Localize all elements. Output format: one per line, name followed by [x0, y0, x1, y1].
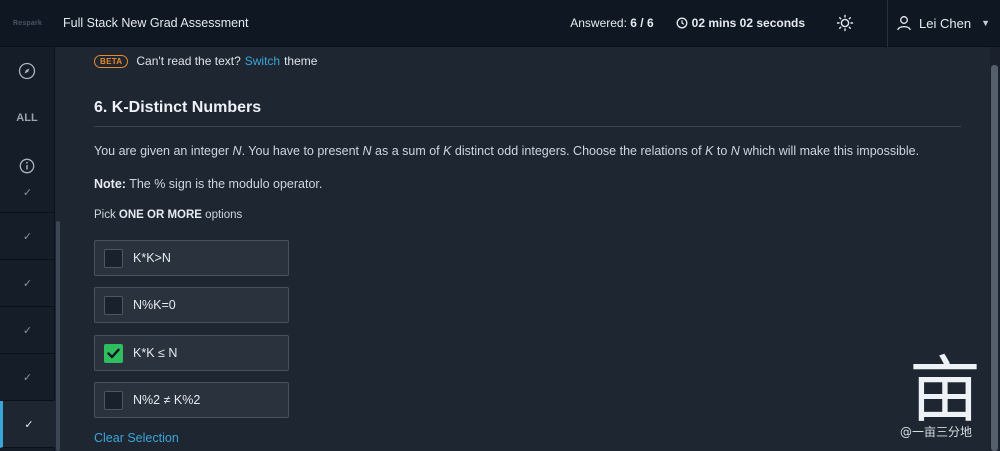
option-checkbox-checked[interactable] — [104, 343, 123, 363]
clock-icon — [676, 17, 688, 29]
question-title: 6. K-Distinct Numbers — [94, 99, 262, 116]
sidebar-question-2[interactable]: ✓ — [0, 213, 55, 260]
option-label: N%2 ≠ K%2 — [133, 393, 201, 407]
question-sidebar: ALL ✓ ✓ ✓ ✓ ✓ ✓ — [0, 47, 55, 451]
timer: 02 mins 02 seconds — [676, 16, 805, 30]
beta-badge: BETA — [94, 54, 129, 68]
pick-instruction: Pick ONE OR MORE options — [94, 209, 242, 221]
question-note: Note: The % sign is the modulo operator. — [94, 177, 322, 191]
svg-text:亩: 亩 — [909, 348, 981, 432]
assessment-title: Full Stack New Grad Assessment — [63, 16, 249, 30]
option-checkbox[interactable] — [104, 390, 123, 410]
checkmark-icon — [107, 348, 120, 358]
option-1[interactable]: K*K>N — [94, 240, 289, 276]
check-icon: ✓ — [22, 230, 33, 243]
question-text-part: You are given an integer — [94, 144, 233, 158]
sidebar-question-1[interactable]: ✓ — [0, 186, 55, 213]
banner-text-after: theme — [284, 54, 318, 68]
question-var: N — [362, 144, 372, 158]
answered-counter: Answered: 6 / 6 — [570, 16, 653, 30]
compass-icon — [18, 62, 36, 79]
sidebar-all[interactable]: ALL — [0, 94, 54, 142]
sidebar-question-4[interactable]: ✓ — [0, 307, 55, 354]
user-name: Lei Chen — [919, 15, 972, 31]
main-scrollbar[interactable] — [991, 65, 998, 451]
clear-selection-link[interactable]: Clear Selection — [94, 431, 179, 445]
pick-suffix: options — [201, 209, 243, 221]
info-icon — [19, 158, 35, 173]
question-var: N — [730, 144, 740, 158]
check-icon: ✓ — [22, 187, 33, 199]
option-checkbox[interactable] — [104, 248, 123, 268]
theme-toggle-button[interactable] — [833, 11, 857, 35]
sidebar-question-6[interactable]: ✓ — [0, 401, 55, 448]
check-icon: ✓ — [22, 277, 33, 290]
option-label: K*K ≤ N — [133, 346, 178, 360]
caret-down-icon: ▼ — [981, 18, 990, 28]
option-label: N%K=0 — [133, 298, 176, 312]
question-text-part: as a sum of — [371, 144, 444, 158]
watermark-text: @一亩三分地 — [900, 425, 973, 439]
logo: Respark — [12, 19, 43, 27]
check-icon: ✓ — [24, 418, 34, 431]
check-icon: ✓ — [22, 371, 33, 384]
sidebar-info[interactable] — [0, 142, 54, 189]
sidebar-question-3[interactable]: ✓ — [0, 260, 55, 307]
top-bar: Respark Full Stack New Grad Assessment A… — [0, 0, 1000, 47]
answered-label: Answered: — [570, 16, 627, 30]
answered-value: 6 / 6 — [630, 16, 654, 30]
option-3[interactable]: K*K ≤ N — [94, 335, 289, 371]
pick-bold: ONE OR MORE — [118, 209, 202, 221]
question-text-part: . You have to present — [241, 144, 363, 158]
question-var: N — [232, 144, 242, 158]
question-text-part: which will make this impossible. — [739, 144, 920, 158]
sidebar-question-5[interactable]: ✓ — [0, 354, 55, 401]
option-4[interactable]: N%2 ≠ K%2 — [94, 382, 289, 418]
note-text: The % sign is the modulo operator. — [125, 177, 323, 191]
user-icon — [896, 15, 912, 31]
banner-text: Can't read the text? — [136, 54, 241, 68]
divider — [94, 126, 961, 127]
timer-text: 02 mins 02 seconds — [691, 16, 806, 30]
question-text-part: distinct odd integers. Choose the relati… — [451, 144, 706, 158]
pick-prefix: Pick — [94, 209, 119, 221]
switch-theme-link[interactable]: Switch — [245, 54, 280, 68]
user-menu[interactable]: Lei Chen ▼ — [887, 0, 1000, 47]
question-text-part: to — [713, 144, 731, 158]
note-label: Note: — [94, 177, 126, 191]
option-checkbox[interactable] — [104, 295, 123, 315]
sidebar-scrollbar[interactable] — [56, 221, 60, 451]
theme-banner: BETA Can't read the text? Switch theme — [94, 54, 317, 68]
option-label: K*K>N — [133, 251, 171, 265]
check-icon: ✓ — [22, 324, 33, 337]
option-2[interactable]: N%K=0 — [94, 287, 289, 323]
sidebar-compass[interactable] — [0, 47, 54, 94]
sun-icon — [836, 14, 854, 32]
question-text: You are given an integer N. You have to … — [94, 144, 919, 158]
